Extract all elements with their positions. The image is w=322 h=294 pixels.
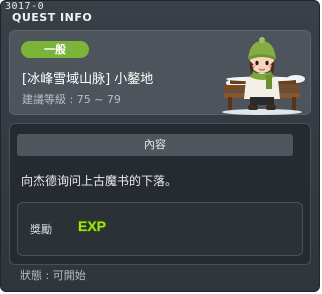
- quest-status: 狀態 : 可開始: [20, 269, 86, 282]
- quest-summary-panel: 一般 [冰峰雪域山脉] 小鏊地 建議等級 : 75 ~ 79: [9, 30, 311, 115]
- quest-category-badge: 一般: [21, 41, 89, 58]
- tab-content[interactable]: 內容: [17, 134, 293, 156]
- recommended-level: 建議等級 : 75 ~ 79: [22, 93, 121, 106]
- reward-box: 獎勵 EXP: [17, 202, 303, 256]
- reward-label: 獎勵: [30, 223, 52, 236]
- quest-description: 向杰德询问上古魔书的下落。: [21, 174, 178, 188]
- window-header[interactable]: 3017-0 QUEST INFO: [1, 1, 319, 25]
- npc-girl-on-bench-icon: [222, 37, 305, 115]
- window-title: QUEST INFO: [12, 11, 93, 24]
- exp-icon-text: EXP: [78, 218, 106, 234]
- quest-title: [冰峰雪域山脉] 小鏊地: [22, 72, 154, 87]
- quest-info-window: 3017-0 QUEST INFO 一般 [冰峰雪域山脉] 小鏊地 建議等級 :…: [0, 0, 320, 292]
- quest-content-panel: 內容 向杰德询问上古魔书的下落。 獎勵 EXP: [9, 123, 311, 265]
- exp-icon[interactable]: EXP: [75, 217, 109, 235]
